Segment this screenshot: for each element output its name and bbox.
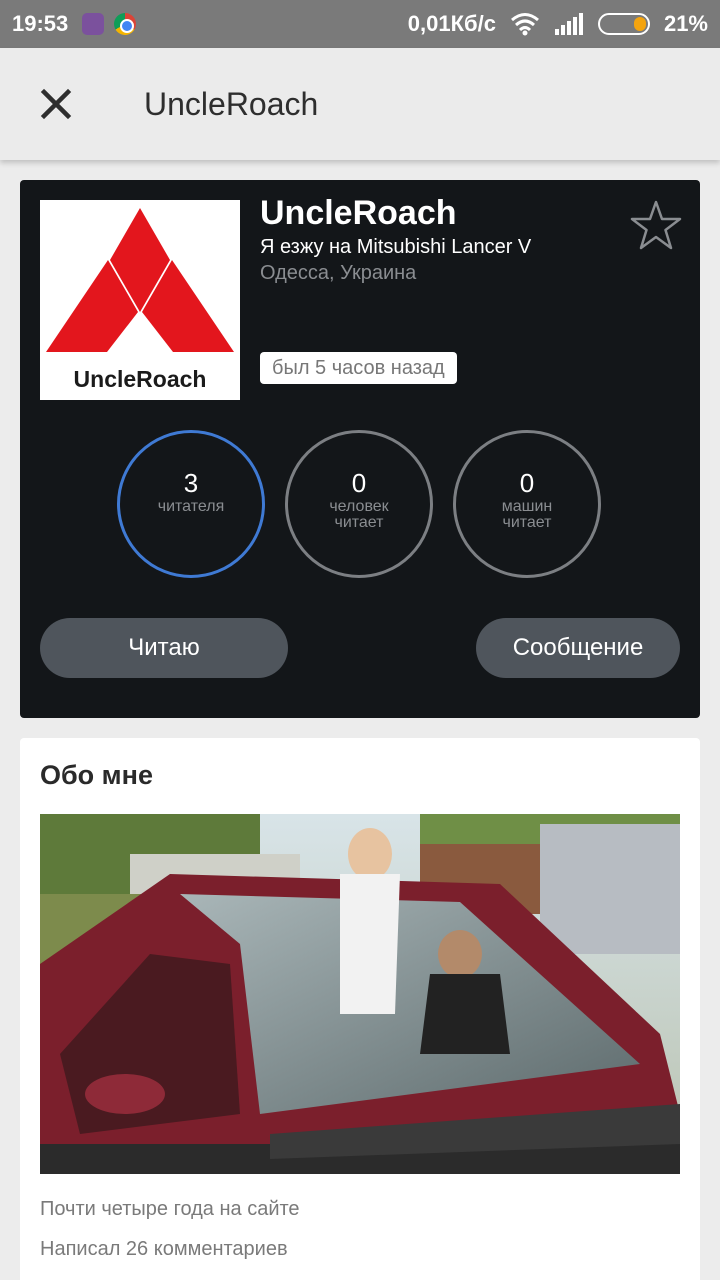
stat-label: человек читает (329, 498, 389, 531)
status-time: 19:53 (12, 11, 69, 36)
stat-label: читателя (157, 498, 225, 515)
status-bar: 19:53 0,01Кб/с 21% (0, 0, 720, 48)
page-title: UncleRoach (144, 85, 319, 122)
logo-diamonds (40, 200, 240, 360)
profile-car[interactable]: Я езжу на Mitsubishi Lancer V (260, 236, 531, 259)
about-title: Обо мне (40, 760, 153, 790)
stat-value: 0 (351, 468, 367, 498)
stat-following-people[interactable]: 0 человек читает (285, 430, 433, 578)
viber-icon (82, 13, 105, 35)
stat-readers[interactable]: 3 читателя (117, 430, 265, 578)
message-button[interactable]: Сообщение (476, 618, 680, 678)
avatar[interactable]: UncleRoach (40, 200, 240, 400)
avatar-logo-text: UncleRoach (73, 366, 207, 392)
follow-button[interactable]: Читаю (40, 618, 288, 678)
stat-value: 0 (519, 468, 535, 498)
about-photo[interactable] (40, 814, 680, 1174)
close-icon (40, 88, 72, 120)
stat-following-cars[interactable]: 0 машин читает (453, 430, 601, 578)
wifi-icon (510, 13, 539, 36)
close-button[interactable] (26, 74, 86, 134)
battery-percent: 21% (663, 11, 708, 36)
stat-value: 3 (183, 468, 199, 498)
battery-icon (597, 13, 650, 35)
profile-location: Одесса, Украина (260, 262, 417, 284)
about-line: Почти четыре года на сайте (40, 1198, 300, 1220)
profile-card: UncleRoach UncleRoach Я езжу на Mitsubis… (20, 180, 700, 718)
signal-icon (554, 13, 583, 35)
car-photo-image (40, 814, 680, 1174)
about-card: Обо мне Почти четыре года на сайте Напис… (20, 738, 700, 1280)
profile-name: UncleRoach (260, 194, 457, 232)
top-app-bar: UncleRoach (0, 48, 720, 160)
star-outline-icon (630, 200, 682, 250)
network-speed: 0,01Кб/с (407, 11, 496, 36)
favorite-button[interactable] (628, 198, 684, 254)
stat-label: машин читает (501, 498, 553, 531)
last-seen-badge: был 5 часов назад (260, 352, 457, 384)
chrome-icon (114, 13, 137, 35)
about-line: Написал 26 комментариев (40, 1238, 288, 1260)
